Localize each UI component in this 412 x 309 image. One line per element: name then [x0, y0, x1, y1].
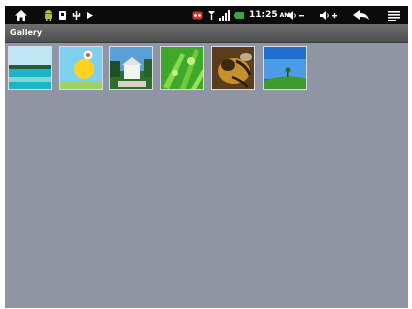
android-robot-icon: [43, 6, 53, 24]
thumbnail-cartoon-sun[interactable]: [59, 46, 103, 90]
volume-down-icon[interactable]: [285, 6, 307, 24]
title-bar: Gallery: [5, 24, 408, 43]
thumbnail-green-hills-sky[interactable]: [263, 46, 307, 90]
thumbnail-beach-lagoon[interactable]: [8, 46, 52, 90]
wifi-icon: [218, 6, 230, 24]
thumbnail-green-leaves[interactable]: [160, 46, 204, 90]
thumbnail-bee-close-up[interactable]: [211, 46, 255, 90]
home-icon[interactable]: [14, 6, 28, 24]
alert-icon: [191, 6, 203, 24]
battery-icon: [233, 6, 245, 24]
page-title: Gallery: [10, 28, 43, 37]
signal-icon: [206, 6, 216, 24]
usb-debug-icon: [71, 6, 81, 24]
menu-icon[interactable]: [387, 6, 401, 24]
thumbnail-white-pavilion[interactable]: [109, 46, 153, 90]
back-icon[interactable]: [351, 6, 371, 24]
usb-icon: [57, 6, 67, 24]
status-bar: 11:25 AM: [5, 6, 408, 24]
thumbnail-grid: [5, 42, 408, 308]
play-store-icon: [85, 6, 95, 24]
clock-time: 11:25: [249, 10, 278, 20]
device-screen: 11:25 AM Gallery: [5, 6, 408, 308]
volume-up-icon[interactable]: [318, 6, 340, 24]
